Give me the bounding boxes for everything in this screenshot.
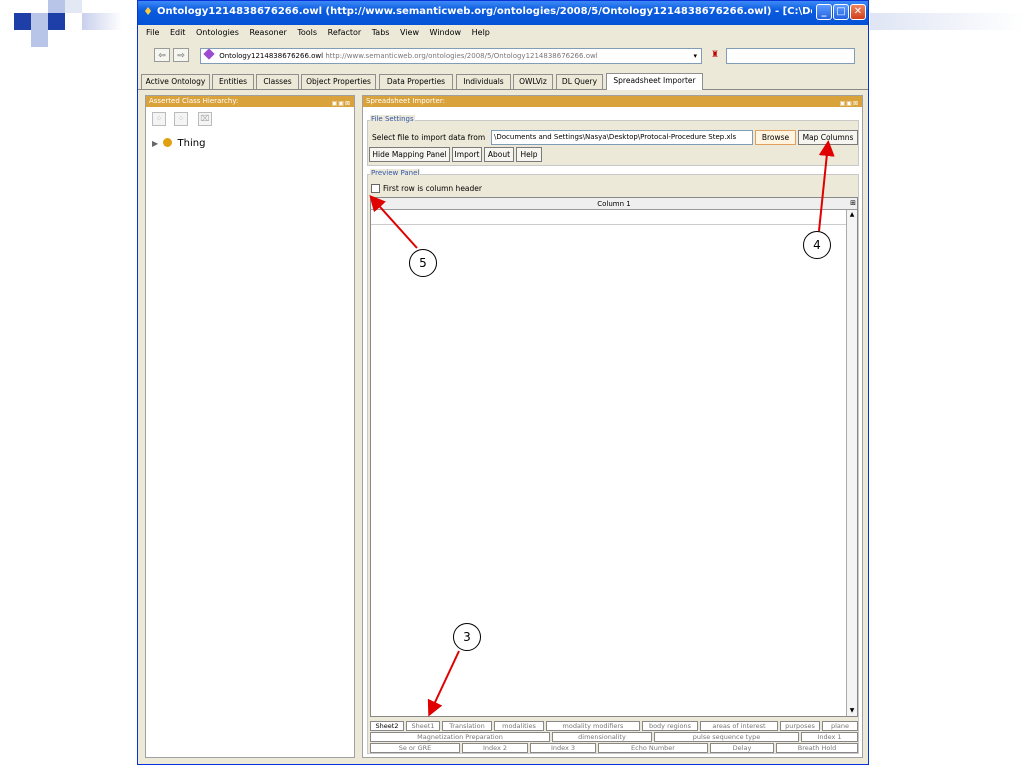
panel-window-controls[interactable]: ▣▣⊠ [840, 98, 859, 109]
select-file-label: Select file to import data from [372, 133, 486, 142]
maximize-button[interactable]: □ [833, 4, 849, 20]
menu-file[interactable]: File [146, 25, 159, 41]
first-row-header-label: First row is column header [383, 184, 482, 193]
add-sibling-icon[interactable]: ⁘ [174, 112, 188, 126]
panel-header: Asserted Class Hierarchy: ▣▣⊠ [146, 96, 354, 107]
annotation-callout-4: 4 [803, 231, 831, 259]
slide-decoration-right [870, 13, 1024, 30]
protege-icon: ♦ [143, 5, 153, 18]
import-button[interactable]: Import [452, 147, 482, 162]
tab-classes[interactable]: Classes [256, 74, 299, 89]
sheet-tab[interactable]: Sheet2 [370, 721, 404, 731]
sheet-tab[interactable]: Index 2 [462, 743, 528, 753]
tab-data-properties[interactable]: Data Properties [379, 74, 453, 89]
ontology-name: Ontology1214838676266.owl [219, 52, 324, 60]
panel-title: Spreadsheet Importer: [366, 97, 445, 105]
sheet-tab[interactable]: purposes [780, 721, 820, 731]
panel-window-controls[interactable]: ▣▣⊠ [332, 98, 351, 109]
sheet-tab[interactable]: Echo Number [598, 743, 708, 753]
back-button[interactable]: ⇦ [154, 48, 170, 62]
file-settings-label: File Settings [370, 115, 415, 123]
vertical-scrollbar[interactable]: ▲ ▼ [846, 210, 857, 716]
scroll-down-icon[interactable]: ▼ [847, 706, 857, 716]
forward-button[interactable]: ⇨ [173, 48, 189, 62]
sheet-tab[interactable]: Magnetization Preparation [370, 732, 550, 742]
sheet-tab[interactable]: Se or GRE [370, 743, 460, 753]
add-subclass-icon[interactable]: ⁘ [152, 112, 166, 126]
tab-active-ontology[interactable]: Active Ontology [141, 74, 210, 89]
search-icon: ♜ [711, 50, 720, 60]
search-input[interactable] [726, 48, 855, 64]
preview-table[interactable]: Column 1 ▲ ▼ ⊞ [370, 197, 858, 717]
menu-help[interactable]: Help [472, 25, 490, 41]
sheet-tab[interactable]: Index 1 [801, 732, 858, 742]
annotation-callout-5: 5 [409, 249, 437, 277]
tab-owlviz[interactable]: OWLViz [513, 74, 553, 89]
delete-class-icon[interactable]: ⌧ [198, 112, 212, 126]
menu-reasoner[interactable]: Reasoner [249, 25, 286, 41]
panel-title: Asserted Class Hierarchy: [149, 97, 239, 105]
ontology-uri: http://www.semanticweb.org/ontologies/20… [325, 52, 598, 60]
scroll-up-icon[interactable]: ▲ [847, 210, 857, 220]
file-path-field[interactable]: \Documents and Settings\Nasya\Desktop\Pr… [491, 130, 753, 145]
table-row[interactable] [371, 210, 846, 225]
browse-button[interactable]: Browse [755, 130, 796, 145]
menu-bar: File Edit Ontologies Reasoner Tools Refa… [138, 25, 868, 41]
column-header[interactable]: Column 1 [371, 198, 857, 210]
menu-ontologies[interactable]: Ontologies [196, 25, 239, 41]
sheet-tab[interactable]: body regions [642, 721, 698, 731]
menu-tabs[interactable]: Tabs [372, 25, 390, 41]
spreadsheet-importer-panel: Spreadsheet Importer: ▣▣⊠ File Settings … [362, 95, 863, 758]
class-hierarchy-panel: Asserted Class Hierarchy: ▣▣⊠ ⁘ ⁘ ⌧ ▶ Th… [145, 95, 355, 758]
sheet-tab[interactable]: modalities [494, 721, 544, 731]
sheet-tab[interactable]: plane [822, 721, 858, 731]
preview-panel-label: Preview Panel [370, 169, 421, 177]
about-button[interactable]: About [484, 147, 514, 162]
navigation-bar: ⇦ ⇨ Ontology1214838676266.owl http://www… [138, 42, 868, 70]
class-icon [163, 138, 173, 147]
sheet-tab[interactable]: modality modifiers [546, 721, 640, 731]
hide-mapping-panel-button[interactable]: Hide Mapping Panel [369, 147, 450, 162]
tab-individuals[interactable]: Individuals [456, 74, 511, 89]
title-bar[interactable]: ♦ Ontology1214838676266.owl (http://www.… [138, 1, 868, 25]
map-columns-button[interactable]: Map Columns [798, 130, 858, 145]
menu-edit[interactable]: Edit [170, 25, 186, 41]
ontology-selector[interactable]: Ontology1214838676266.owl http://www.sem… [200, 48, 702, 64]
menu-view[interactable]: View [400, 25, 419, 41]
minimize-button[interactable]: _ [816, 4, 832, 20]
sheet-tab[interactable]: Sheet1 [406, 721, 440, 731]
help-button[interactable]: Help [516, 147, 542, 162]
sheet-tab[interactable]: Index 3 [530, 743, 596, 753]
annotation-callout-3: 3 [453, 623, 481, 651]
window-title: Ontology1214838676266.owl (http://www.se… [157, 6, 812, 17]
sheet-tab[interactable]: Delay [710, 743, 774, 753]
sheet-tab[interactable]: areas of interest [700, 721, 778, 731]
sheet-tab[interactable]: pulse sequence type [654, 732, 799, 742]
menu-tools[interactable]: Tools [297, 25, 317, 41]
class-tree: ▶ Thing [152, 138, 205, 149]
sheet-tab[interactable]: Translation [442, 721, 492, 731]
close-button[interactable]: ✕ [850, 4, 866, 20]
tab-spreadsheet-importer[interactable]: Spreadsheet Importer [606, 73, 703, 90]
panel-header: Spreadsheet Importer: ▣▣⊠ [363, 96, 862, 107]
tab-bar: Active Ontology Entities Classes Object … [138, 73, 868, 90]
slide-decoration [0, 0, 140, 60]
ontology-icon [203, 49, 215, 60]
menu-window[interactable]: Window [430, 25, 462, 41]
tab-object-properties[interactable]: Object Properties [301, 74, 376, 89]
tab-entities[interactable]: Entities [212, 74, 254, 89]
expand-arrow-icon[interactable]: ▶ [152, 139, 158, 148]
sheet-tab[interactable]: dimensionality [552, 732, 652, 742]
menu-refactor[interactable]: Refactor [328, 25, 362, 41]
tree-node-thing[interactable]: Thing [178, 138, 206, 149]
sheet-tab[interactable]: Breath Hold [776, 743, 858, 753]
app-window: ♦ Ontology1214838676266.owl (http://www.… [137, 0, 869, 765]
column-menu-icon[interactable]: ⊞ [850, 199, 856, 207]
chevron-down-icon[interactable]: ▾ [693, 49, 697, 63]
first-row-header-checkbox[interactable] [371, 184, 380, 193]
tab-dl-query[interactable]: DL Query [556, 74, 603, 89]
